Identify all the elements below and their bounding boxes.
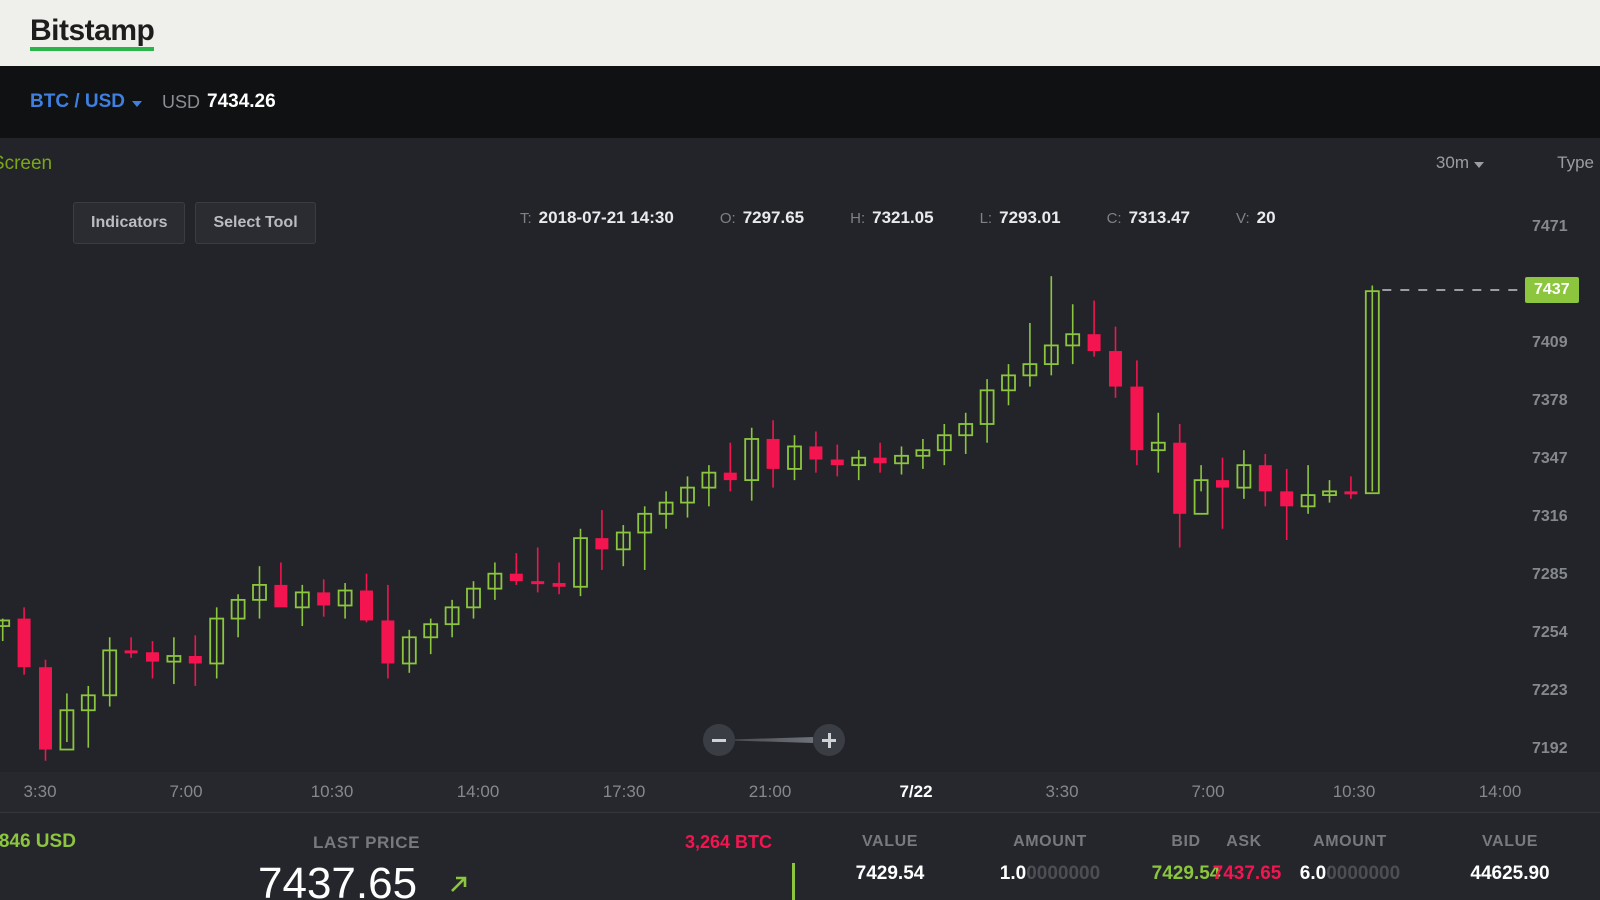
- brand-header: Bitstamp: [0, 0, 1600, 66]
- time-axis-tick: 14:00: [456, 782, 500, 801]
- time-axis-tick: 21:00: [748, 782, 792, 801]
- time-axis-tick: 14:00: [1478, 782, 1522, 801]
- zoom-control: [703, 724, 845, 756]
- price-axis-tick: 7285: [1532, 565, 1568, 583]
- price-axis-tick: 7192: [1532, 739, 1568, 757]
- price-axis-tick: 7378: [1532, 391, 1568, 409]
- pair-selector[interactable]: BTC / USD: [30, 91, 142, 113]
- col-header-ask: ASK: [1226, 833, 1262, 850]
- price-axis-tick: 7471: [1532, 217, 1568, 235]
- zoom-slider-track[interactable]: [735, 734, 813, 746]
- timeframe-selector[interactable]: 30m: [1436, 153, 1484, 173]
- time-axis-tick: 3:30: [1045, 782, 1079, 801]
- current-price-badge: 7437: [1525, 276, 1579, 303]
- amount-bid: 1.00000000: [1000, 863, 1100, 885]
- amount-ask-dec: 0000000: [1326, 863, 1401, 884]
- time-axis-tick: 7:00: [169, 782, 203, 801]
- chart-panel: Full Screen 30m Type Indicators Select T…: [0, 138, 1600, 812]
- amount-ask: 6.00000000: [1300, 863, 1400, 885]
- timeframe-label: 30m: [1435, 153, 1469, 172]
- amount-bid-dec: 0000000: [1026, 863, 1101, 884]
- amount-bid-int: 1.0: [999, 863, 1027, 884]
- col-header-amount-ask: AMOUNT: [1313, 833, 1387, 850]
- zoom-in-button[interactable]: [813, 724, 845, 756]
- volume-btc: 3,264 BTC: [685, 832, 773, 852]
- pair-header: BTC / USD USD 7434.26: [0, 66, 1600, 138]
- chart-toolbar: Full Screen 30m Type: [0, 138, 1600, 192]
- order-book-row: VALUE AMOUNT BID ASK AMOUNT VALUE 7429.5…: [820, 813, 1600, 900]
- last-price-value: 7437.65: [258, 859, 418, 900]
- col-header-amount-bid: AMOUNT: [1013, 833, 1087, 850]
- full-screen-button[interactable]: Full Screen: [0, 153, 52, 175]
- bitstamp-logo[interactable]: Bitstamp: [30, 15, 155, 52]
- chevron-down-icon: [132, 100, 142, 107]
- price-axis[interactable]: 7471 7409 7378 7347 7316 7285 7254 7223 7192 7437: [1520, 192, 1600, 772]
- bottom-panel: 1,076,846 USD LAST PRICE 3,264 BTC 7437.…: [0, 812, 1600, 900]
- bitstamp-trading-page: Bitstamp BTC / USD USD 7434.26 Full Scre…: [0, 0, 1600, 900]
- time-axis-tick: 7:00: [1191, 782, 1225, 801]
- price-axis-tick: 7316: [1532, 507, 1568, 525]
- bid-price[interactable]: 7429.54: [1152, 863, 1221, 885]
- time-axis-tick: 17:30: [602, 782, 646, 801]
- price-axis-tick: 7347: [1532, 449, 1568, 467]
- amount-ask-int: 6.0: [1299, 863, 1327, 884]
- value-ask: 44625.90: [1470, 863, 1550, 884]
- time-axis-tick: 3:30: [23, 782, 57, 801]
- candlestick-plot[interactable]: [0, 192, 1520, 772]
- price-axis-tick: 7254: [1532, 623, 1568, 641]
- col-header-value-ask: VALUE: [1481, 833, 1539, 850]
- last-price-label: LAST PRICE: [313, 833, 421, 852]
- time-axis[interactable]: 3:30 7:00 10:30 14:00 17:30 21:00 7/22 3:30 7:00…: [0, 772, 1600, 812]
- price-axis-tick: 7409: [1532, 333, 1568, 351]
- candlestick-svg: [0, 276, 1520, 761]
- col-header-bid: BID: [1171, 833, 1201, 850]
- price-axis-tick: 7223: [1532, 681, 1568, 699]
- value-bid: 7429.54: [855, 863, 925, 884]
- zoom-out-button[interactable]: [703, 724, 735, 756]
- chart-type-selector[interactable]: Type: [1557, 153, 1594, 173]
- volume-usd: 1,076,846 USD: [0, 831, 76, 852]
- trend-up-arrow-icon: [451, 876, 467, 892]
- time-axis-tick: 10:30: [310, 782, 354, 801]
- currency-label: USD: [162, 91, 201, 112]
- chevron-down-icon: [1474, 161, 1484, 168]
- time-axis-tick: 10:30: [1332, 782, 1376, 801]
- time-axis-tick: 7/22: [899, 782, 933, 801]
- ask-price[interactable]: 7437.65: [1213, 863, 1282, 885]
- col-header-value-bid: VALUE: [861, 833, 919, 850]
- pair-label: BTC / USD: [30, 91, 125, 112]
- order-book-divider: [792, 863, 795, 900]
- pair-price: 7434.26: [207, 91, 276, 112]
